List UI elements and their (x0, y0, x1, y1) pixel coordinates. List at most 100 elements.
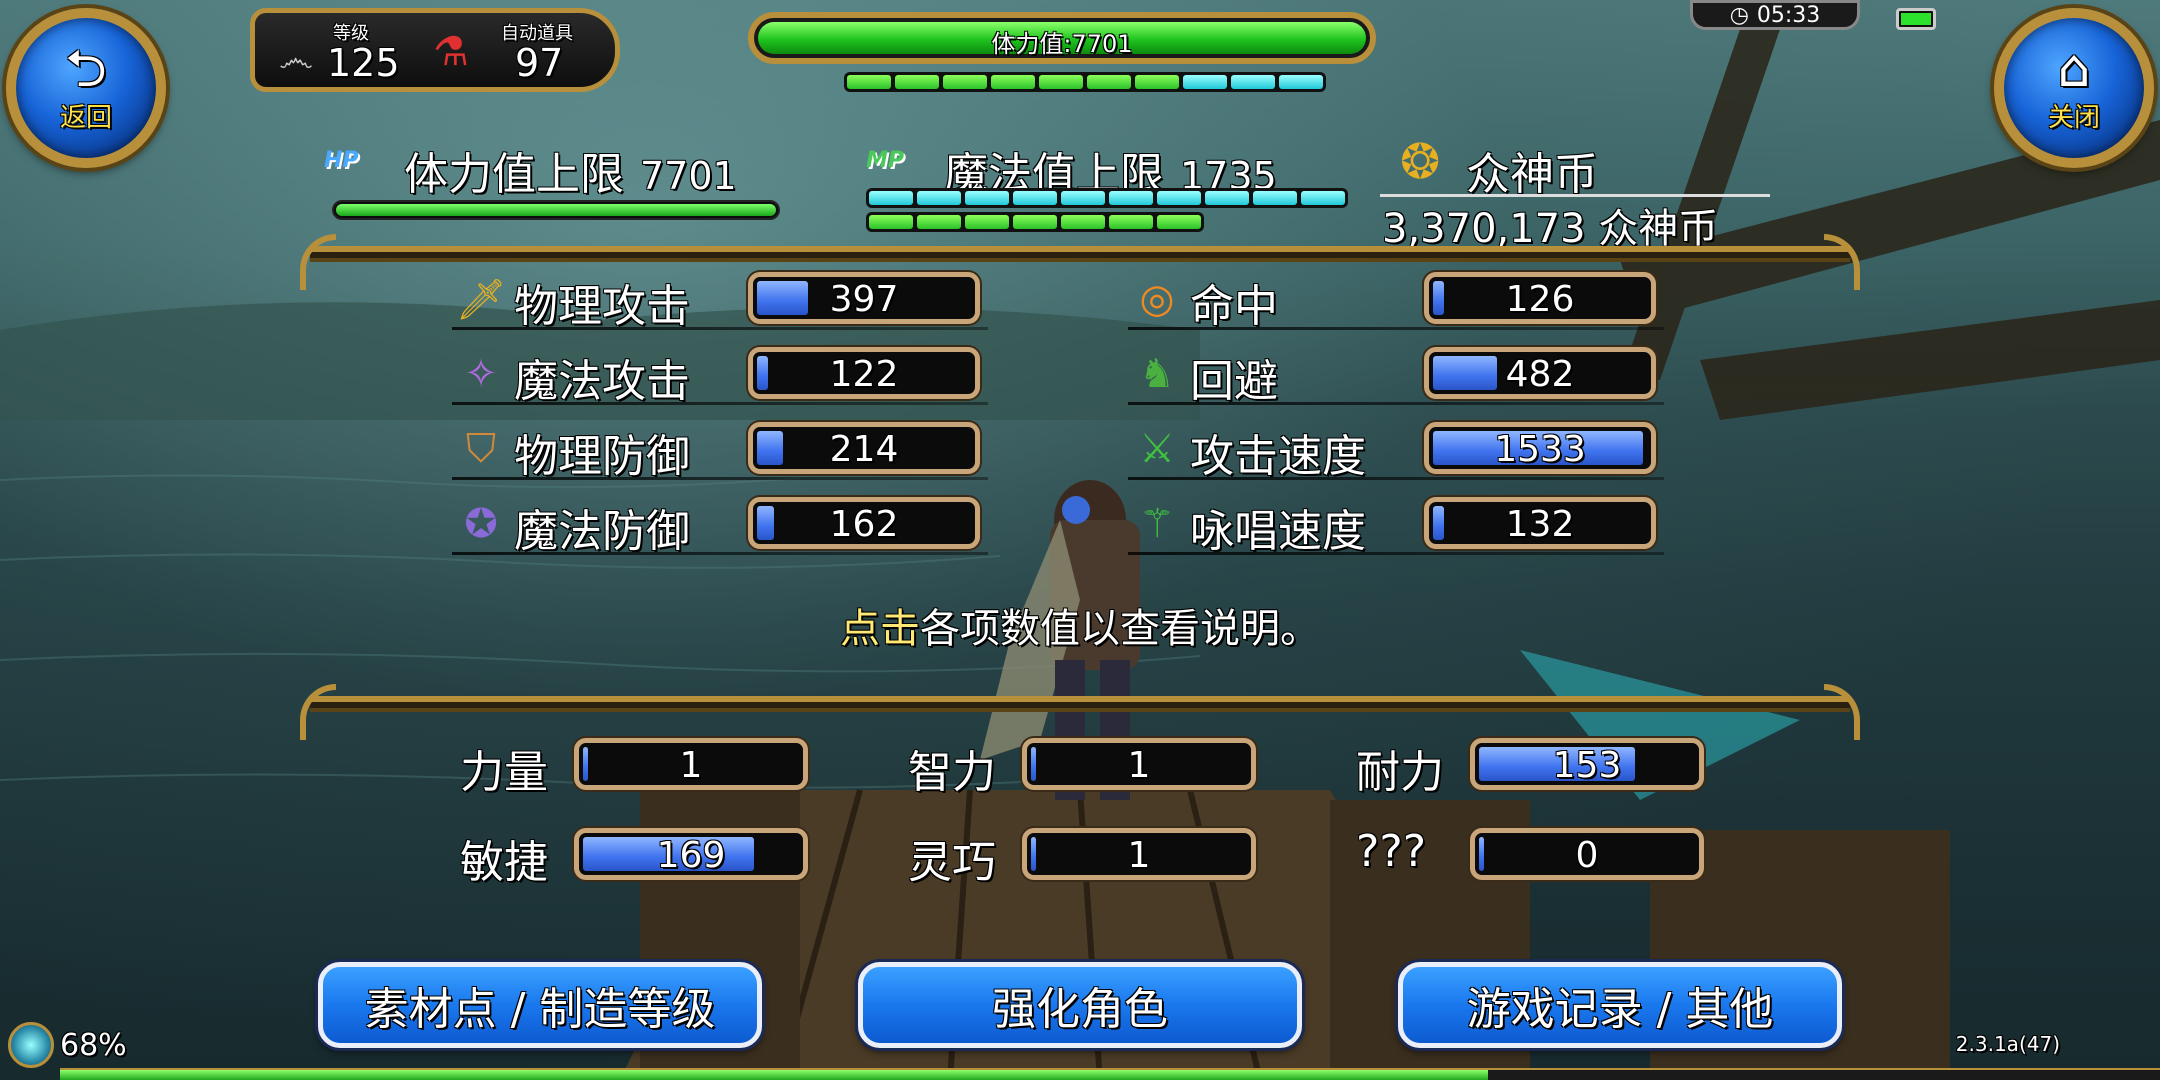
return-arrow-icon: ⮌ (65, 38, 107, 99)
shield-icon: ⛉ (466, 426, 496, 472)
combat-stat-value-box[interactable]: 132 (1424, 497, 1656, 549)
combat-stat-label: 攻击速度 (1190, 431, 1366, 482)
combat-stat-value: 397 (829, 279, 899, 320)
combat-stat-label: 命中 (1190, 281, 1278, 332)
base-stat-row[interactable]: 智力 1 (908, 734, 1258, 798)
combat-stat-value-box[interactable]: 122 (748, 347, 980, 399)
base-stat-value-box[interactable]: 153 (1470, 738, 1704, 790)
combat-stat-value: 132 (1505, 504, 1575, 545)
exp-bar (60, 1068, 2160, 1080)
combat-stat-value: 122 (829, 354, 899, 395)
version-label: 2.3.1a(47) (1955, 1032, 2060, 1056)
base-stat-value: 1 (679, 745, 703, 786)
hint-text: 点击各项数值以查看说明。 (0, 596, 2160, 654)
current-hp-label: 体力值:7701 (991, 30, 1133, 58)
boot-icon: ♞ (1139, 351, 1175, 397)
base-stat-value-box[interactable]: 1 (574, 738, 808, 790)
base-stat-row[interactable]: 敏捷 169 (460, 824, 810, 888)
enhance-character-button[interactable]: 强化角色 (858, 962, 1302, 1048)
battery-icon (1896, 8, 1936, 30)
combat-stat-row[interactable]: ◎ 命中 126 (1128, 268, 1664, 332)
ornament-frame-middle (300, 684, 1860, 740)
combat-stat-row[interactable]: ✧ 魔法攻击 122 (452, 343, 988, 407)
current-hp-bar: 体力值:7701 (748, 12, 1376, 64)
base-stat-row[interactable]: 耐力 153 (1356, 734, 1706, 798)
clock-text: 05:33 (1756, 2, 1821, 28)
hp-max: 体力值上限 7701 (404, 138, 737, 202)
battery-fill (1901, 13, 1931, 25)
mp-bar-row-1 (866, 188, 1348, 208)
close-button-label: 关闭 (2047, 102, 2100, 133)
combat-stat-value-box[interactable]: 482 (1424, 347, 1656, 399)
staff-speed-icon: ⚚ (1139, 501, 1175, 547)
clock: ◷ 05:33 (1690, 0, 1860, 30)
mp-bar-row-2 (866, 212, 1204, 232)
combat-stat-value-box[interactable]: 162 (748, 497, 980, 549)
combat-stat-label: 咏唱速度 (1190, 506, 1366, 557)
exp-bar-fill (60, 1070, 1488, 1080)
base-stat-value: 153 (1552, 745, 1622, 786)
mp-segments-top (844, 72, 1326, 92)
mp-badge-icon: MP (866, 148, 905, 173)
coin-label: 众神币 (1466, 149, 1598, 200)
materials-button[interactable]: 素材点 / 制造等级 (318, 962, 762, 1048)
base-stat-label: 力量 (460, 747, 548, 798)
home-icon: ⌂ (2057, 38, 2091, 99)
combat-stat-value: 162 (829, 504, 899, 545)
base-stat-value: 0 (1575, 835, 1599, 876)
base-stat-value-box[interactable]: 0 (1470, 828, 1704, 880)
hp-badge-icon: HP (324, 148, 359, 173)
ornament-frame-top (300, 234, 1860, 290)
magic-staff-icon: ✧ (464, 351, 498, 397)
base-stat-row[interactable]: 灵巧 1 (908, 824, 1258, 888)
hp-max-label: 体力值上限 (404, 149, 624, 200)
combat-stat-value: 482 (1505, 354, 1575, 395)
combat-stat-value: 1533 (1494, 429, 1586, 470)
combat-stat-row[interactable]: 🗡 物理攻击 397 (452, 268, 988, 332)
back-button-label: 返回 (59, 102, 112, 133)
base-stat-label: 敏捷 (460, 837, 548, 888)
auto-item-value: 97 (515, 41, 564, 85)
combat-stat-value-box[interactable]: 397 (748, 272, 980, 324)
base-stat-row[interactable]: ??? 0 (1356, 824, 1706, 886)
base-stat-label: 耐力 (1356, 747, 1444, 798)
base-stat-label: 智力 (908, 747, 996, 798)
exp-percent: 68% (60, 1028, 127, 1063)
back-button[interactable]: ⮌ 返回 (6, 8, 166, 168)
combat-stat-label: 魔法防御 (514, 506, 690, 557)
combat-stat-row[interactable]: ♞ 回避 482 (1128, 343, 1664, 407)
base-stat-value: 1 (1127, 835, 1151, 876)
base-stat-value-box[interactable]: 1 (1022, 738, 1256, 790)
base-stat-row[interactable]: 力量 1 (460, 734, 810, 798)
close-button[interactable]: ⌂ 关闭 (1994, 8, 2154, 168)
combat-stat-row[interactable]: ⛉ 物理防御 214 (452, 418, 988, 482)
combat-stat-value-box[interactable]: 126 (1424, 272, 1656, 324)
level-value: 125 (327, 41, 400, 85)
sword-icon: 🗡 (455, 276, 507, 323)
combat-stat-row[interactable]: ⚚ 咏唱速度 132 (1128, 493, 1664, 557)
combat-stat-row[interactable]: ✪ 魔法防御 162 (452, 493, 988, 557)
combat-stat-value-box[interactable]: 214 (748, 422, 980, 474)
records-button[interactable]: 游戏记录 / 其他 (1398, 962, 1842, 1048)
combat-stat-value: 214 (829, 429, 899, 470)
sword-speed-icon: ⚔ (1139, 426, 1175, 472)
base-stat-label: ??? (1356, 826, 1427, 877)
hint-rest: 各项数值以查看说明。 (920, 606, 1320, 652)
combat-stat-label: 回避 (1190, 356, 1278, 407)
combat-stat-label: 物理防御 (514, 431, 690, 482)
combat-stat-label: 魔法攻击 (514, 356, 690, 407)
level-panel: ෴ 等级 125 ⚗ 自动道具 97 (250, 8, 620, 92)
base-stat-label: 灵巧 (908, 837, 996, 888)
hint-highlight: 点击 (840, 606, 920, 652)
combat-stat-row[interactable]: ⚔ 攻击速度 1533 (1128, 418, 1664, 482)
base-stat-value-box[interactable]: 1 (1022, 828, 1256, 880)
coin-icon: ❂ (1400, 134, 1441, 190)
hp-max-bar (332, 200, 780, 220)
clock-icon: ◷ (1729, 2, 1749, 28)
combat-stat-value-box[interactable]: 1533 (1424, 422, 1656, 474)
swirl-icon: ෴ (279, 39, 314, 80)
combat-stat-label: 物理攻击 (514, 281, 690, 332)
base-stat-value-box[interactable]: 169 (574, 828, 808, 880)
target-icon: ◎ (1139, 276, 1175, 322)
hp-max-value: 7701 (640, 154, 737, 198)
